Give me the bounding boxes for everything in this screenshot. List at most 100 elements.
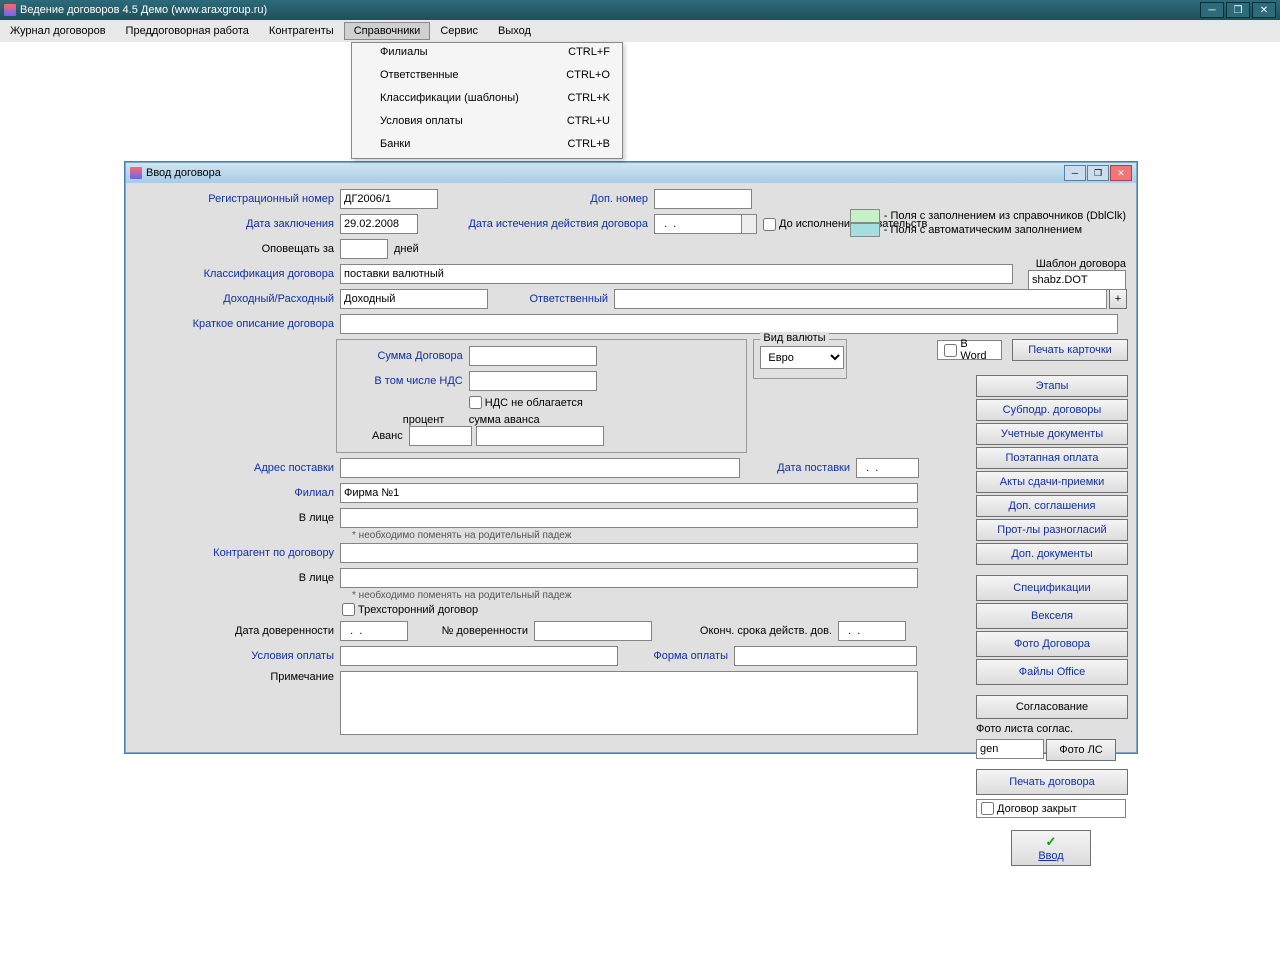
specs-button[interactable]: Спецификации: [976, 575, 1128, 601]
income-expense-input[interactable]: [340, 289, 488, 309]
maximize-button[interactable]: ❐: [1226, 2, 1250, 18]
in-person2-input[interactable]: [340, 568, 918, 588]
responsible-input[interactable]: [614, 289, 1107, 309]
subcontracts-button[interactable]: Субподр. договоры: [976, 399, 1128, 421]
office-files-button[interactable]: Файлы Office: [976, 659, 1128, 685]
legend: - Поля с заполнением из справочников (Db…: [850, 209, 1126, 237]
dialog-minimize[interactable]: ─: [1064, 165, 1086, 181]
app-titlebar: Ведение договоров 4.5 Демо (www.araxgrou…: [0, 0, 1280, 20]
close-button[interactable]: ✕: [1252, 2, 1276, 18]
in-word-checkbox[interactable]: [944, 344, 957, 357]
delivery-date-input[interactable]: [856, 458, 919, 478]
menu-item-classifications[interactable]: Классификации (шаблоны)CTRL+K: [352, 89, 622, 107]
minimize-button[interactable]: ─: [1200, 2, 1224, 18]
payment-form-input[interactable]: [734, 646, 917, 666]
label-photo-sheet: Фото листа соглас.: [976, 721, 1126, 737]
label-attorney-date: Дата доверенности: [134, 625, 340, 637]
attorney-date-input[interactable]: [340, 621, 408, 641]
dialog-contract-entry: Ввод договора ─ ❐ ✕ - Поля с заполнением…: [125, 162, 1137, 753]
vat-exempt-checkbox[interactable]: [469, 396, 482, 409]
photo-gen-input[interactable]: [976, 739, 1044, 759]
short-desc-input[interactable]: [340, 314, 1118, 334]
menu-exit[interactable]: Выход: [488, 22, 541, 40]
label-advance: Аванс: [343, 430, 409, 442]
date-expiry-input[interactable]: [654, 214, 742, 234]
menu-item-payment-terms[interactable]: Условия оплатыCTRL+U: [352, 112, 622, 130]
trilateral-checkbox[interactable]: [342, 603, 355, 616]
label-branch: Филиал: [134, 487, 340, 499]
label-attorney-expiry: Оконч. срока действ. дов.: [652, 625, 838, 637]
photo-ls-button[interactable]: Фото ЛС: [1046, 739, 1116, 761]
label-classification: Классификация договора: [134, 268, 340, 280]
date-conclusion-input[interactable]: [340, 214, 418, 234]
payment-terms-input[interactable]: [340, 646, 618, 666]
dop-number-input[interactable]: [654, 189, 752, 209]
menu-directories[interactable]: Справочники: [344, 22, 431, 40]
label-notify-in: Оповещать за: [134, 243, 340, 255]
add-docs-button[interactable]: Доп. документы: [976, 543, 1128, 565]
print-card-button[interactable]: Печать карточки: [1012, 339, 1128, 361]
menubar: Журнал договоров Преддоговорная работа К…: [0, 20, 1280, 43]
responsible-add-button[interactable]: +: [1109, 289, 1127, 309]
menu-item-banks[interactable]: БанкиCTRL+B: [352, 135, 622, 153]
label-responsible: Ответственный: [488, 293, 614, 305]
attorney-number-input[interactable]: [534, 621, 652, 641]
menu-journal[interactable]: Журнал договоров: [0, 22, 116, 40]
advance-sum-input[interactable]: [476, 426, 604, 446]
label-delivery-date: Дата поставки: [740, 462, 856, 474]
label-delivery-address: Адрес поставки: [134, 462, 340, 474]
dialog-close[interactable]: ✕: [1110, 165, 1132, 181]
template-input[interactable]: [1028, 270, 1126, 290]
label-date-conclusion: Дата заключения: [134, 218, 340, 230]
label-contract-sum: Сумма Договора: [343, 350, 469, 362]
attorney-expiry-input[interactable]: [838, 621, 906, 641]
acceptance-button[interactable]: Акты сдачи-приемки: [976, 471, 1128, 493]
menu-item-branches[interactable]: ФилиалыCTRL+F: [352, 43, 622, 61]
label-including-vat: В том числе НДС: [343, 375, 469, 387]
menu-precontract[interactable]: Преддоговорная работа: [116, 22, 259, 40]
check-icon: ✓: [1046, 834, 1057, 850]
staged-payment-button[interactable]: Поэтапная оплата: [976, 447, 1128, 469]
label-payment-terms: Условия оплаты: [134, 650, 340, 662]
dialog-icon: [130, 167, 142, 179]
menu-counterparties[interactable]: Контрагенты: [259, 22, 344, 40]
label-counterparty: Контрагент по договору: [134, 547, 340, 559]
app-icon: [4, 4, 16, 16]
label-notes: Примечание: [134, 671, 340, 683]
notes-textarea[interactable]: [340, 671, 918, 735]
label-in-person1: В лице: [134, 512, 340, 524]
approval-button[interactable]: Согласование: [976, 695, 1128, 719]
photo-contract-button[interactable]: Фото Договора: [976, 631, 1128, 657]
counterparty-input[interactable]: [340, 543, 918, 563]
notify-in-input[interactable]: [340, 239, 388, 259]
closed-checkbox[interactable]: [981, 802, 994, 815]
bills-button[interactable]: Векселя: [976, 603, 1128, 629]
dialog-title: Ввод договора: [146, 167, 221, 179]
accounting-button[interactable]: Учетные документы: [976, 423, 1128, 445]
classification-input[interactable]: [340, 264, 1013, 284]
branch-input[interactable]: [340, 483, 918, 503]
directories-dropdown: ФилиалыCTRL+F ОтветственныеCTRL+O Класси…: [351, 42, 623, 159]
label-template: Шаблон договора: [1028, 258, 1126, 270]
delivery-address-input[interactable]: [340, 458, 740, 478]
enter-button[interactable]: ✓ Ввод: [1011, 830, 1091, 866]
label-payment-form: Форма оплаты: [618, 650, 734, 662]
label-in-person2: В лице: [134, 572, 340, 584]
addendum-button[interactable]: Доп. соглашения: [976, 495, 1128, 517]
reg-number-input[interactable]: [340, 189, 438, 209]
in-person1-input[interactable]: [340, 508, 918, 528]
stages-button[interactable]: Этапы: [976, 375, 1128, 397]
until-obligations-checkbox[interactable]: [763, 218, 776, 231]
menu-service[interactable]: Сервис: [430, 22, 488, 40]
menu-item-responsibles[interactable]: ОтветственныеCTRL+O: [352, 66, 622, 84]
protocols-button[interactable]: Прот-лы разногласий: [976, 519, 1128, 541]
currency-select[interactable]: Евро: [760, 346, 844, 369]
advance-percent-input[interactable]: [409, 426, 472, 446]
print-contract-button[interactable]: Печать договора: [976, 769, 1128, 795]
dialog-titlebar: Ввод договора ─ ❐ ✕: [126, 163, 1136, 183]
label-attorney-number: № доверенности: [408, 625, 534, 637]
dialog-maximize[interactable]: ❐: [1087, 165, 1109, 181]
including-vat-input[interactable]: [469, 371, 597, 391]
label-income-expense: Доходный/Расходный: [134, 293, 340, 305]
contract-sum-input[interactable]: [469, 346, 597, 366]
